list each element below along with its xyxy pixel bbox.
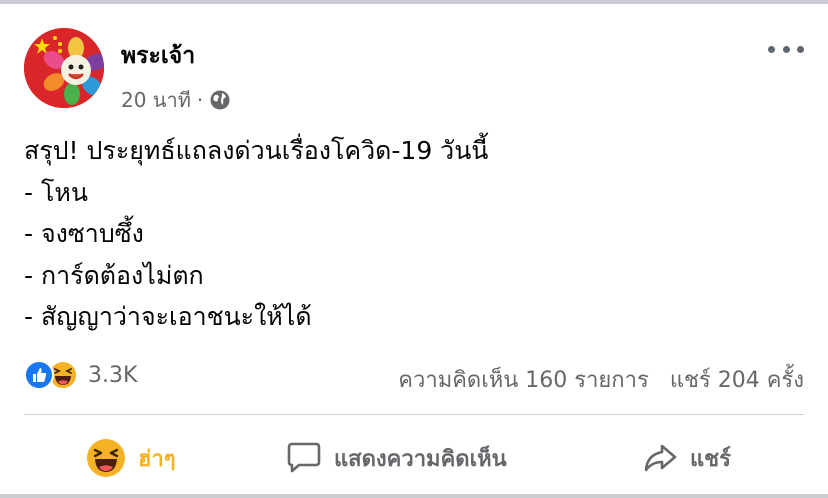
post-text: สรุป! ประยุทธ์แถลงด่วนเรื่องโควิด-19 วัน…	[24, 130, 804, 338]
comment-button[interactable]: แสดงความคิดเห็น	[286, 430, 507, 486]
bottom-border	[0, 494, 828, 498]
actions-divider	[24, 414, 804, 415]
post-text-line: สรุป! ประยุทธ์แถลงด่วนเรื่องโควิด-19 วัน…	[24, 136, 489, 165]
share-arrow-icon	[644, 444, 677, 472]
reaction-count: 3.3K	[88, 362, 138, 388]
post-text-line: - การ์ดต้องไม่ตก	[24, 260, 204, 290]
more-options-icon[interactable]	[768, 42, 804, 56]
reactions-summary[interactable]: 3.3K	[24, 360, 137, 390]
comments-count[interactable]: ความคิดเห็น 160 รายการ	[398, 368, 649, 393]
avatar-image	[24, 28, 104, 108]
shares-count[interactable]: แชร์ 204 ครั้ง	[670, 368, 804, 393]
post-text-line: - โหน	[24, 177, 88, 207]
react-button[interactable]: ฮ่าๆ	[86, 430, 176, 486]
post-timestamp[interactable]: 20 นาที	[121, 84, 191, 116]
avatar[interactable]	[24, 28, 104, 108]
react-label: ฮ่าๆ	[138, 446, 176, 472]
author-name[interactable]: พระเจ้า	[121, 38, 195, 74]
post-actions: ฮ่าๆ แสดงความคิดเห็น แชร์	[24, 430, 804, 486]
engagement-summary: ความคิดเห็น 160 รายการ แชร์ 204 ครั้ง	[384, 362, 804, 397]
post-text-line: - สัญญาว่าจะเอาชนะให้ได้	[24, 302, 312, 331]
globe-icon[interactable]	[209, 89, 231, 111]
comment-icon	[287, 442, 321, 473]
meta-separator: ·	[196, 88, 204, 112]
top-border	[0, 0, 828, 4]
comment-label: แสดงความคิดเห็น	[334, 446, 507, 472]
post-text-line: - จงซาบซึ้ง	[24, 219, 144, 248]
post-header: พระเจ้า 20 นาที ·	[24, 28, 804, 112]
share-button[interactable]: แชร์	[642, 430, 731, 486]
haha-icon	[87, 439, 125, 477]
share-label: แชร์	[690, 446, 731, 472]
post-meta: 20 นาที ·	[121, 84, 231, 116]
like-icon	[24, 360, 54, 390]
post-stats: 3.3K ความคิดเห็น 160 รายการ แชร์ 204 ครั…	[24, 358, 804, 394]
